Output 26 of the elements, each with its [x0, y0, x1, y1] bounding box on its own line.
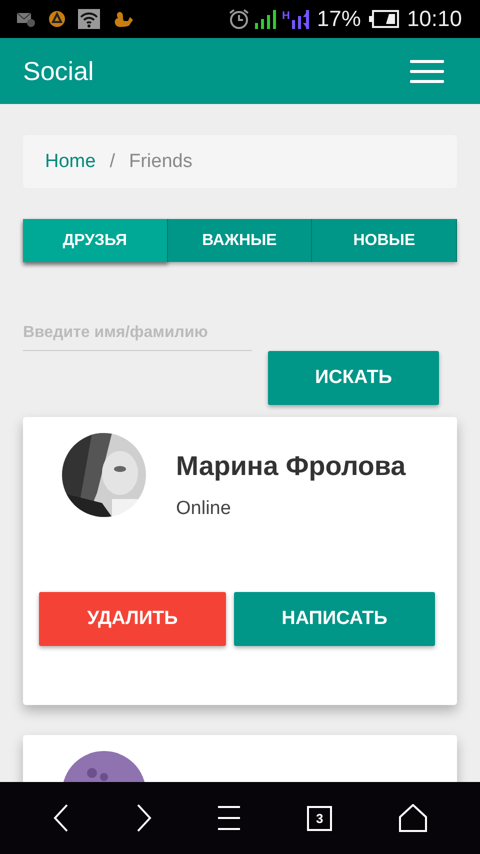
tab[interactable]: НОВЫЕ: [312, 219, 458, 262]
mail-icon: [16, 10, 36, 28]
battery-percent: 17%: [316, 6, 361, 32]
data-signal-icon: [290, 8, 309, 30]
friend-name: Марина Фролова: [176, 451, 406, 482]
tab[interactable]: ДРУЗЬЯ: [23, 219, 168, 262]
app-title: Social: [23, 56, 94, 86]
online-status: Online: [176, 498, 232, 520]
alarm-icon: [228, 8, 250, 30]
search-button[interactable]: ИСКАТЬ: [268, 351, 439, 405]
home-icon[interactable]: [398, 804, 427, 832]
clock-time: 10:10: [406, 6, 462, 32]
message-button[interactable]: НАПИСАТЬ: [234, 592, 435, 646]
breadcrumb-link[interactable]: Home: [45, 150, 96, 172]
back-icon[interactable]: [53, 804, 70, 832]
battery-icon: [368, 10, 399, 28]
tab[interactable]: ВАЖНЫЕ: [168, 219, 312, 262]
breadcrumb-current: Friends: [128, 150, 192, 172]
wifi-icon: [78, 9, 100, 29]
forward-icon[interactable]: [136, 804, 152, 832]
delete-button[interactable]: УДАЛИТЬ: [39, 592, 226, 646]
breadcrumb-separator: /: [110, 150, 115, 172]
signal-icon: [254, 8, 278, 30]
tabs-count-button[interactable]: 3: [307, 806, 332, 830]
menu-icon[interactable]: [218, 805, 240, 831]
network-type: H: [282, 10, 290, 22]
